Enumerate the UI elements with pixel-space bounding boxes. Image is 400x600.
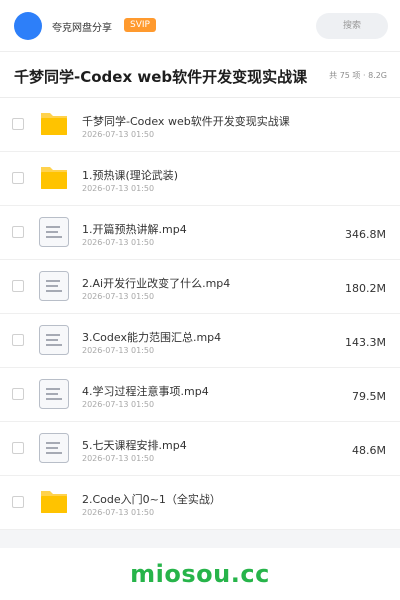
svip-badge: SVIP	[124, 18, 156, 32]
video-file-icon	[38, 270, 70, 302]
file-row[interactable]: 2.Ai开发行业改变了什么.mp4 2026-07-13 01:50 180.2M	[0, 260, 400, 314]
file-name[interactable]: 2.Code入门0~1（全实战）	[82, 491, 221, 507]
file-size: 79.5M	[352, 390, 386, 403]
file-name[interactable]: 5.七天课程安排.mp4	[82, 437, 187, 453]
search-button[interactable]: 搜索	[316, 13, 388, 39]
footer: miosou.cc	[0, 548, 400, 600]
file-date: 2026-07-13 01:50	[82, 184, 155, 193]
file-date: 2026-07-13 01:50	[82, 346, 155, 355]
page-title: 千梦同学-Codex web软件开发变现实战课	[14, 68, 308, 86]
file-name[interactable]: 千梦同学-Codex web软件开发变现实战课	[82, 113, 290, 129]
select-checkbox[interactable]	[12, 334, 24, 346]
select-checkbox[interactable]	[12, 280, 24, 292]
share-title-bar: 千梦同学-Codex web软件开发变现实战课 共 75 项 · 8.2G	[0, 52, 400, 98]
video-file-icon	[38, 324, 70, 356]
video-file-icon	[38, 216, 70, 248]
file-name[interactable]: 2.Ai开发行业改变了什么.mp4	[82, 275, 230, 291]
select-checkbox[interactable]	[12, 442, 24, 454]
file-date: 2026-07-13 01:50	[82, 400, 155, 409]
folder-icon	[38, 108, 70, 140]
file-size: 180.2M	[345, 282, 386, 295]
share-meta: 共 75 项 · 8.2G	[329, 71, 387, 80]
select-checkbox[interactable]	[12, 172, 24, 184]
file-row[interactable]: 3.Codex能力范围汇总.mp4 2026-07-13 01:50 143.3M	[0, 314, 400, 368]
file-date: 2026-07-13 01:50	[82, 454, 155, 463]
brand-name: 夸克网盘分享	[52, 23, 112, 34]
watermark: miosou.cc	[130, 560, 270, 588]
folder-icon	[38, 486, 70, 518]
folder-row[interactable]: 2.Code入门0~1（全实战） 2026-07-13 01:50	[0, 476, 400, 530]
file-date: 2026-07-13 01:50	[82, 292, 155, 301]
file-size: 143.3M	[345, 336, 386, 349]
select-checkbox[interactable]	[12, 388, 24, 400]
file-date: 2026-07-13 01:50	[82, 238, 155, 247]
folder-row[interactable]: 千梦同学-Codex web软件开发变现实战课 2026-07-13 01:50	[0, 98, 400, 152]
file-size: 48.6M	[352, 444, 386, 457]
file-name[interactable]: 1.开篇预热讲解.mp4	[82, 221, 187, 237]
select-checkbox[interactable]	[12, 226, 24, 238]
folder-icon	[38, 162, 70, 194]
file-size: 346.8M	[345, 228, 386, 241]
file-name[interactable]: 3.Codex能力范围汇总.mp4	[82, 329, 221, 345]
select-checkbox[interactable]	[12, 496, 24, 508]
file-date: 2026-07-13 01:50	[82, 508, 155, 517]
file-row[interactable]: 4.学习过程注意事项.mp4 2026-07-13 01:50 79.5M	[0, 368, 400, 422]
file-list: 千梦同学-Codex web软件开发变现实战课 2026-07-13 01:50 1…	[0, 98, 400, 530]
file-name[interactable]: 1.预热课(理论武装)	[82, 167, 178, 183]
file-name[interactable]: 4.学习过程注意事项.mp4	[82, 383, 209, 399]
file-date: 2026-07-13 01:50	[82, 130, 155, 139]
folder-row[interactable]: 1.预热课(理论武装) 2026-07-13 01:50	[0, 152, 400, 206]
file-row[interactable]: 1.开篇预热讲解.mp4 2026-07-13 01:50 346.8M	[0, 206, 400, 260]
avatar[interactable]	[14, 12, 42, 40]
video-file-icon	[38, 432, 70, 464]
video-file-icon	[38, 378, 70, 410]
select-checkbox[interactable]	[12, 118, 24, 130]
top-bar: 夸克网盘分享 SVIP 搜索	[0, 0, 400, 52]
file-row[interactable]: 5.七天课程安排.mp4 2026-07-13 01:50 48.6M	[0, 422, 400, 476]
